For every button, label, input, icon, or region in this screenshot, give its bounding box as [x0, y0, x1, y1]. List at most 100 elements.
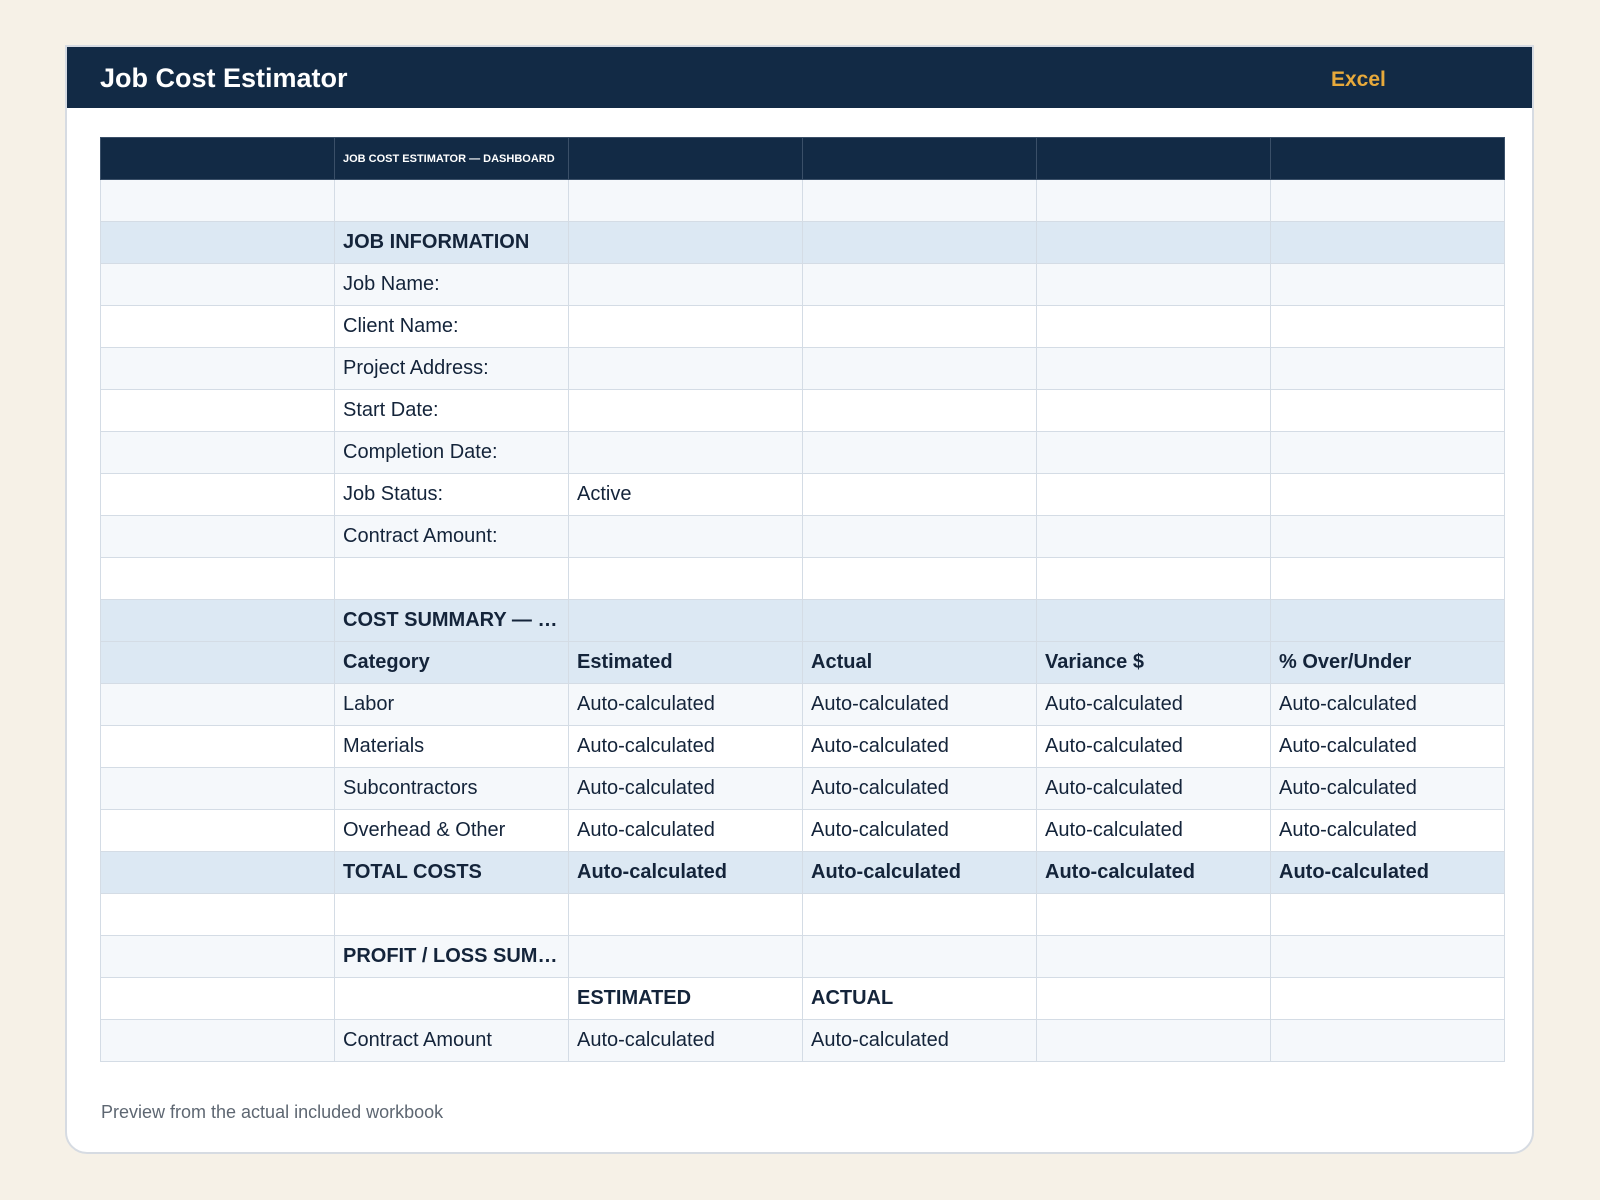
over-under-cell[interactable]: Auto-calculated: [1270, 767, 1505, 810]
cell[interactable]: [568, 221, 803, 264]
variance-cell[interactable]: Auto-calculated: [1036, 767, 1271, 810]
over-under-cell[interactable]: Auto-calculated: [1270, 809, 1505, 852]
cell[interactable]: [100, 683, 335, 726]
cell[interactable]: [1270, 893, 1505, 936]
cell[interactable]: [334, 179, 569, 222]
actual-cell[interactable]: Auto-calculated: [802, 683, 1037, 726]
field-label[interactable]: Start Date:: [334, 389, 569, 432]
total-label[interactable]: TOTAL COSTS: [334, 851, 569, 894]
cell[interactable]: [1270, 935, 1505, 978]
column-header[interactable]: % Over/Under: [1270, 641, 1505, 684]
cell[interactable]: [100, 137, 335, 180]
cell[interactable]: [1270, 1019, 1505, 1062]
cell[interactable]: [802, 389, 1037, 432]
cell[interactable]: [100, 767, 335, 810]
field-label[interactable]: Contract Amount:: [334, 515, 569, 558]
cell[interactable]: [100, 347, 335, 390]
column-header[interactable]: Estimated: [568, 641, 803, 684]
dashboard-banner-title[interactable]: JOB COST ESTIMATOR — DASHBOARD: [334, 137, 569, 180]
cell[interactable]: [802, 263, 1037, 306]
job-name-value[interactable]: [568, 263, 803, 306]
cell[interactable]: [1270, 263, 1505, 306]
cell[interactable]: [802, 893, 1037, 936]
cell[interactable]: [1036, 263, 1271, 306]
cell[interactable]: [100, 179, 335, 222]
cell[interactable]: [100, 263, 335, 306]
column-header[interactable]: Variance $: [1036, 641, 1271, 684]
cell[interactable]: [1036, 431, 1271, 474]
total-actual[interactable]: Auto-calculated: [802, 851, 1037, 894]
cell[interactable]: [1036, 305, 1271, 348]
cell[interactable]: [100, 389, 335, 432]
cell[interactable]: [100, 305, 335, 348]
cell[interactable]: [568, 137, 803, 180]
cell[interactable]: [568, 599, 803, 642]
cell[interactable]: [100, 1019, 335, 1062]
cell[interactable]: [100, 473, 335, 516]
cell[interactable]: [100, 809, 335, 852]
cell[interactable]: [100, 557, 335, 600]
cell[interactable]: [802, 347, 1037, 390]
field-label[interactable]: Client Name:: [334, 305, 569, 348]
cell[interactable]: [1036, 977, 1271, 1020]
field-label[interactable]: Project Address:: [334, 347, 569, 390]
cost-summary-heading[interactable]: COST SUMMARY — ESTIMATED vs. ACTUAL: [334, 599, 569, 642]
cell[interactable]: [1036, 515, 1271, 558]
cell[interactable]: [1036, 347, 1271, 390]
cell[interactable]: [100, 893, 335, 936]
cell[interactable]: [1270, 473, 1505, 516]
start-date-value[interactable]: [568, 389, 803, 432]
variance-cell[interactable]: Auto-calculated: [1036, 683, 1271, 726]
cell[interactable]: [568, 935, 803, 978]
actual-cell[interactable]: Auto-calculated: [802, 1019, 1037, 1062]
variance-cell[interactable]: Auto-calculated: [1036, 725, 1271, 768]
estimated-cell[interactable]: Auto-calculated: [568, 809, 803, 852]
cell[interactable]: [802, 305, 1037, 348]
cell[interactable]: [100, 851, 335, 894]
project-address-value[interactable]: [568, 347, 803, 390]
cell[interactable]: [1270, 431, 1505, 474]
total-over-under[interactable]: Auto-calculated: [1270, 851, 1505, 894]
cell[interactable]: [1036, 389, 1271, 432]
estimated-cell[interactable]: Auto-calculated: [568, 725, 803, 768]
estimated-cell[interactable]: Auto-calculated: [568, 767, 803, 810]
cell[interactable]: [334, 893, 569, 936]
profit-loss-heading[interactable]: PROFIT / LOSS SUMMARY: [334, 935, 569, 978]
job-information-heading[interactable]: JOB INFORMATION: [334, 221, 569, 264]
over-under-cell[interactable]: Auto-calculated: [1270, 725, 1505, 768]
category-cell[interactable]: Subcontractors: [334, 767, 569, 810]
job-status-value[interactable]: Active: [568, 473, 803, 516]
cell[interactable]: [100, 935, 335, 978]
cell[interactable]: [568, 179, 803, 222]
cell[interactable]: [802, 935, 1037, 978]
cell[interactable]: [100, 641, 335, 684]
actual-cell[interactable]: Auto-calculated: [802, 725, 1037, 768]
completion-date-value[interactable]: [568, 431, 803, 474]
estimated-cell[interactable]: Auto-calculated: [568, 683, 803, 726]
cell[interactable]: [802, 557, 1037, 600]
cell[interactable]: [1036, 893, 1271, 936]
cell[interactable]: [1270, 221, 1505, 264]
cell[interactable]: [568, 557, 803, 600]
cell[interactable]: [100, 431, 335, 474]
total-variance[interactable]: Auto-calculated: [1036, 851, 1271, 894]
cell[interactable]: [802, 137, 1037, 180]
category-cell[interactable]: Labor: [334, 683, 569, 726]
estimated-cell[interactable]: Auto-calculated: [568, 1019, 803, 1062]
cell[interactable]: [1036, 179, 1271, 222]
cell[interactable]: [802, 179, 1037, 222]
cell[interactable]: [1270, 179, 1505, 222]
column-header[interactable]: Category: [334, 641, 569, 684]
cell[interactable]: [802, 473, 1037, 516]
cell[interactable]: [1036, 599, 1271, 642]
cell[interactable]: [100, 221, 335, 264]
field-label[interactable]: Completion Date:: [334, 431, 569, 474]
cell[interactable]: [334, 977, 569, 1020]
cell[interactable]: [1270, 599, 1505, 642]
cell[interactable]: [1270, 137, 1505, 180]
cell[interactable]: [1036, 1019, 1271, 1062]
cell[interactable]: [1036, 473, 1271, 516]
actual-cell[interactable]: Auto-calculated: [802, 809, 1037, 852]
cell[interactable]: [100, 515, 335, 558]
cell[interactable]: [1270, 305, 1505, 348]
